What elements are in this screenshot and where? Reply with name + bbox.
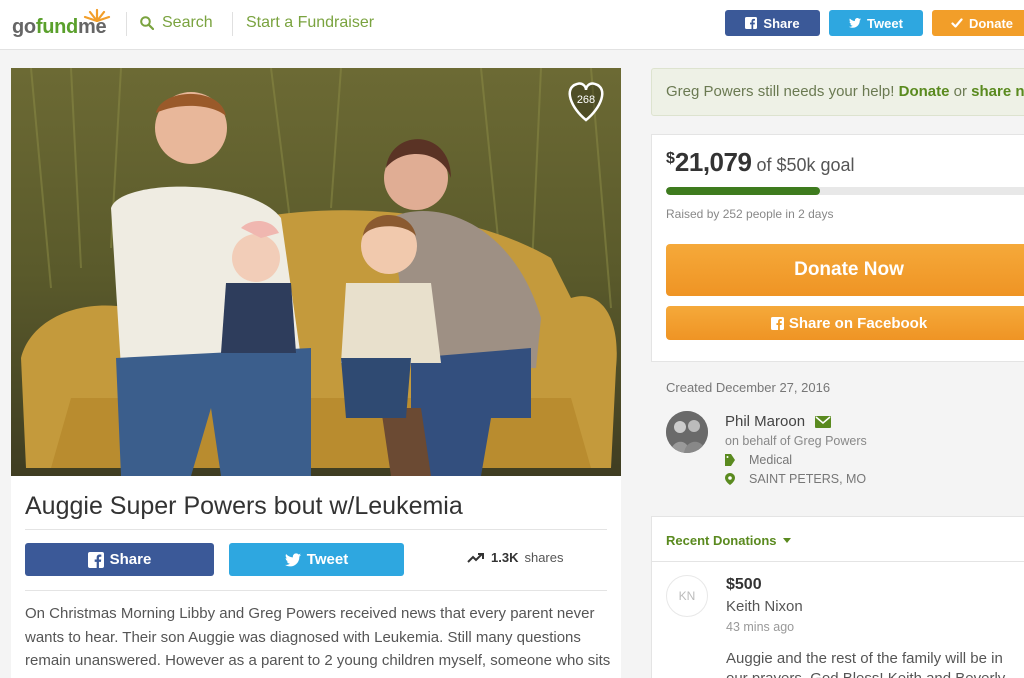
donation-amount: $500 — [726, 576, 762, 593]
currency-symbol: $ — [666, 150, 675, 167]
campaign-card: Auggie Super Powers bout w/Leukemia Shar… — [11, 476, 621, 678]
help-notice: Greg Powers still needs your help! Donat… — [651, 68, 1024, 116]
header-tweet-button[interactable]: Tweet — [829, 10, 923, 36]
campaign-story: On Christmas Morning Libby and Greg Powe… — [25, 605, 611, 678]
organizer-behalf: on behalf of Greg Powers — [725, 434, 867, 448]
donation-card: $ 21,079 of $50k goal Raised by 252 peop… — [651, 134, 1024, 362]
header-donate-button[interactable]: Donate — [932, 10, 1024, 36]
divider — [25, 590, 607, 591]
notice-or: or — [953, 83, 967, 100]
avatar-image — [666, 411, 708, 453]
campaign-photo: 268 — [11, 68, 621, 476]
header-divider — [126, 12, 127, 36]
category-label[interactable]: Medical — [749, 453, 792, 467]
top-nav: gofundme Search Start a Fundraiser Share… — [0, 0, 1024, 50]
campaign-title: Auggie Super Powers bout w/Leukemia — [25, 492, 463, 520]
organizer-avatar[interactable] — [666, 411, 708, 453]
shares-count: 1.3K shares — [467, 550, 564, 565]
search-icon — [140, 16, 154, 30]
search-label: Search — [162, 14, 213, 31]
check-icon — [951, 18, 963, 28]
recent-donations-label: Recent Donations — [666, 533, 777, 548]
donation-message: Auggie and the rest of the family will b… — [726, 650, 1005, 678]
divider — [25, 529, 607, 530]
raised-amount: 21,079 — [674, 147, 752, 177]
facebook-icon — [87, 551, 104, 568]
goal-text: of $50k goal — [756, 155, 855, 175]
twitter-icon — [849, 18, 862, 28]
share-facebook-button[interactable]: Share — [25, 543, 214, 576]
divider — [652, 561, 1024, 562]
goal-progress-fill — [666, 187, 820, 195]
header-donate-label: Donate — [968, 15, 1014, 31]
category-row: Medical — [725, 453, 792, 467]
goal-progress-bar — [666, 187, 1024, 195]
donation-time: 43 mins ago — [726, 620, 795, 634]
tweet-label: Tweet — [306, 551, 349, 568]
shares-label: shares — [524, 550, 564, 565]
envelope-icon[interactable] — [815, 415, 832, 428]
share-on-facebook-button[interactable]: Share on Facebook — [666, 306, 1024, 340]
search-link[interactable]: Search — [140, 14, 213, 32]
donor-name: Keith Nixon — [726, 598, 803, 615]
trending-up-icon — [467, 552, 484, 563]
amount-raised: $ 21,079 of $50k goal — [666, 147, 855, 178]
caret-down-icon — [782, 538, 791, 543]
header-share-label: Share — [763, 15, 800, 31]
twitter-icon — [284, 552, 301, 566]
start-fundraiser-link[interactable]: Start a Fundraiser — [246, 14, 374, 32]
shares-number: 1.3K — [491, 550, 519, 565]
share-on-facebook-label: Share on Facebook — [788, 314, 928, 332]
recent-donations-card: Recent Donations KN $500 Keith Nixon 43 … — [651, 516, 1024, 678]
logo-wordmark: gofundme — [12, 16, 107, 38]
notice-text: Greg Powers still needs your help! — [666, 83, 895, 100]
location-row: SAINT PETERS, MO — [725, 472, 866, 486]
facebook-icon — [770, 316, 784, 330]
created-date: Created December 27, 2016 — [666, 380, 831, 395]
tag-icon — [725, 454, 735, 466]
recent-donations-dropdown[interactable]: Recent Donations — [666, 533, 791, 548]
donor-avatar: KN — [666, 575, 708, 617]
header-divider — [232, 12, 233, 36]
tweet-button[interactable]: Tweet — [229, 543, 404, 576]
notice-donate-link[interactable]: Donate — [899, 83, 950, 100]
organizer-name-row: Phil Maroon — [725, 413, 832, 430]
location-label: SAINT PETERS, MO — [749, 472, 867, 486]
raised-by-text: Raised by 252 people in 2 days — [666, 207, 834, 221]
family-photo-illustration: 268 — [11, 68, 621, 476]
header-tweet-label: Tweet — [867, 15, 903, 31]
header-share-button[interactable]: Share — [725, 10, 820, 36]
map-pin-icon — [725, 473, 735, 485]
notice-share-link[interactable]: share now — [971, 83, 1024, 100]
gofundme-logo[interactable]: gofundme — [12, 8, 112, 42]
share-label: Share — [109, 551, 152, 568]
likes-count: 268 — [577, 94, 595, 106]
facebook-icon — [745, 17, 758, 29]
donate-now-button[interactable]: Donate Now — [666, 244, 1024, 296]
organizer-name[interactable]: Phil Maroon — [725, 413, 805, 430]
